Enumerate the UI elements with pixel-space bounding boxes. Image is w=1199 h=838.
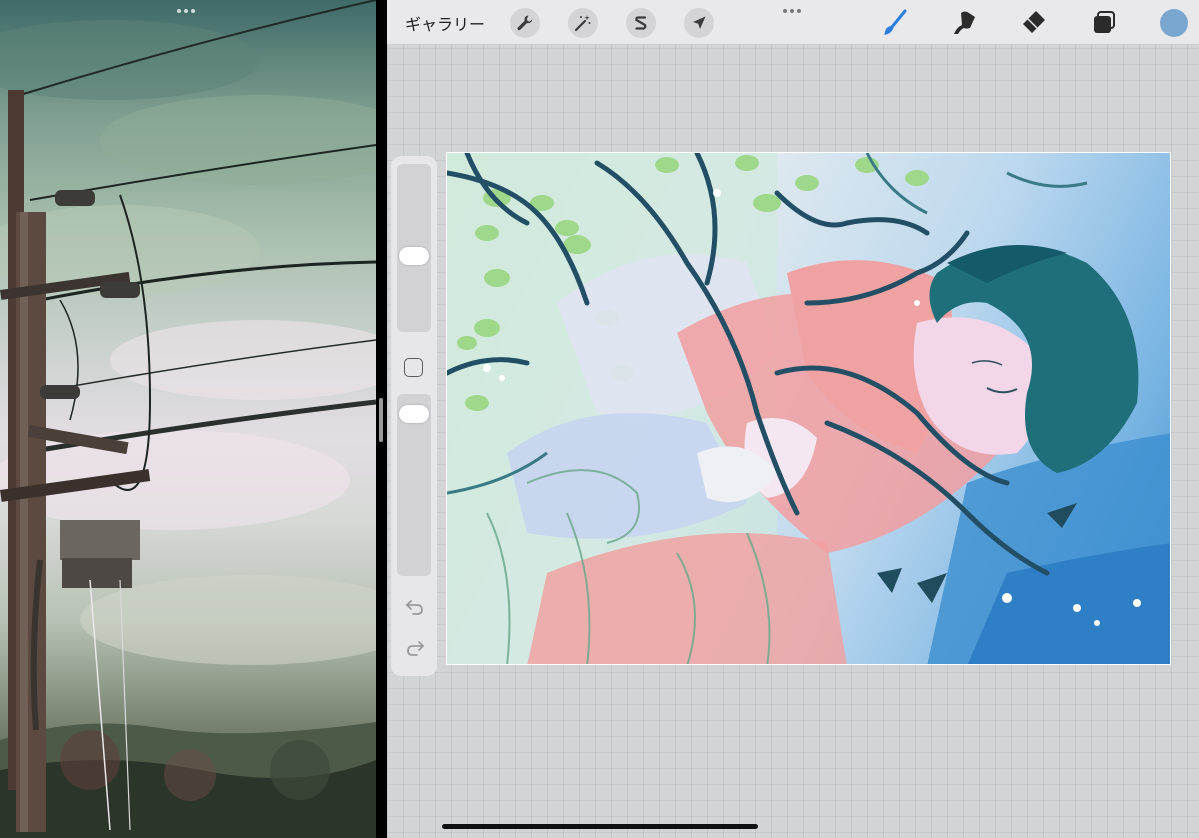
procreate-app: ギャラリー [387,0,1199,838]
brush-size-slider[interactable] [397,164,431,332]
sidebar [391,156,437,676]
opacity-slider[interactable] [397,394,431,576]
redo-icon[interactable] [404,638,426,660]
app-multitasking-dots[interactable] [783,9,801,13]
adjustments-button[interactable] [568,8,598,38]
sleeping-girl-artwork [447,153,1170,664]
eraser-icon [1023,11,1045,33]
transform-button[interactable] [684,8,714,38]
selection-s-icon [635,16,647,30]
actions-button[interactable] [510,8,540,38]
multitasking-dots[interactable] [177,9,195,13]
magic-wand-icon [574,15,591,32]
split-view-divider-handle[interactable] [379,398,383,442]
wrench-icon [517,15,533,31]
selection-button[interactable] [626,8,656,38]
opacity-slider-knob[interactable] [399,405,429,423]
smudge-tool-button[interactable] [947,6,981,40]
drawing-canvas[interactable] [446,152,1171,665]
eraser-tool-button[interactable] [1016,6,1050,40]
gallery-button[interactable]: ギャラリー [405,11,485,35]
paint-tool-button[interactable] [878,6,912,40]
smudge-icon [954,11,975,34]
undo-icon[interactable] [404,597,426,619]
color-picker-button[interactable] [1160,9,1188,37]
layers-button[interactable] [1087,6,1121,40]
layers-icon [1094,11,1115,33]
brush-size-slider-knob[interactable] [399,247,429,265]
reference-photo-pane[interactable] [0,0,376,838]
modify-button[interactable] [404,358,423,377]
utility-pole-painting [0,0,376,838]
arrow-cursor-icon [693,16,706,29]
brush-icon [884,9,907,35]
top-toolbar: ギャラリー [387,0,1199,45]
home-indicator[interactable] [442,824,758,829]
